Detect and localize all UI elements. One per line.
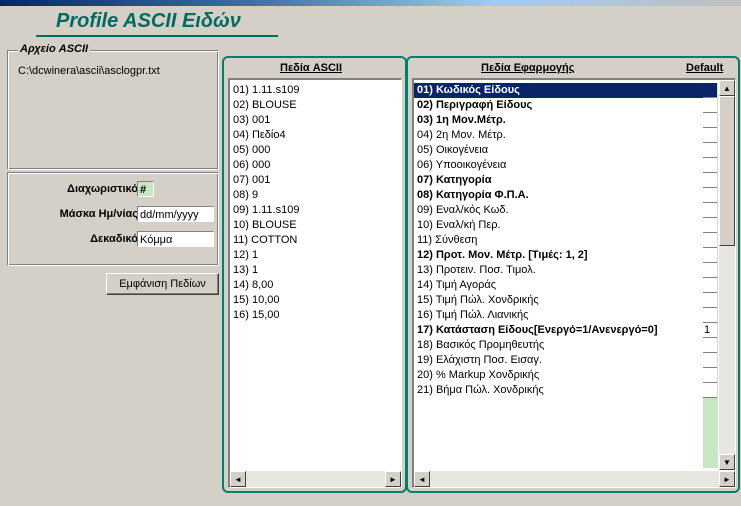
ascii-field-item[interactable]: 03) 001 [230,113,401,128]
app-field-item[interactable]: 17) Κατάσταση Είδους[Ενεργό=1/Ανενεργό=0… [414,323,703,338]
window-titlebar [0,0,741,6]
decimal-label: Δεκαδικό [90,233,138,245]
ascii-file-group: Αρχείο ASCII C:\dcwinera\ascii\asclogpr.… [7,43,219,170]
default-value-cell[interactable] [703,203,717,218]
ascii-field-item[interactable]: 15) 10,00 [230,293,401,308]
app-field-item[interactable]: 15) Τιμή Πώλ. Χονδρικής [414,293,703,308]
scroll-left-button-2[interactable]: ◄ [414,471,430,487]
title-underline [36,35,278,37]
default-value-cell[interactable] [703,368,717,383]
ascii-field-item[interactable]: 13) 1 [230,263,401,278]
ascii-file-path: C:\dcwinera\ascii\asclogpr.txt [18,65,160,77]
app-field-item[interactable]: 06) Υποοικογένεια [414,158,703,173]
ascii-field-item[interactable]: 05) 000 [230,143,401,158]
app-field-item[interactable]: 04) 2η Μον. Μέτρ. [414,128,703,143]
page-title: Profile ASCII Ειδών [56,10,241,32]
app-fields-header: Πεδία Εφαρμογής [481,62,575,74]
default-value-cell[interactable] [703,158,717,173]
show-fields-button[interactable]: Εμφάνιση Πεδίων [106,273,219,295]
scroll-left-icon: ◄ [234,474,242,484]
scroll-right-button[interactable]: ► [385,471,401,487]
default-value-cell[interactable] [703,248,717,263]
app-field-item[interactable]: 02) Περιγραφή Είδους [414,98,703,113]
ascii-fields-header: Πεδία ASCII [280,62,343,74]
scroll-down-button[interactable]: ▼ [719,454,735,470]
default-value-cell[interactable] [703,308,717,323]
default-value-cell[interactable]: 1 [703,323,717,338]
scroll-up-button[interactable]: ▲ [719,80,735,96]
default-value-cell[interactable] [703,113,717,128]
default-value-cell[interactable] [703,83,717,98]
app-field-item[interactable]: 14) Τιμή Αγοράς [414,278,703,293]
ascii-fields-list[interactable]: 01) 1.11.s109 02) BLOUSE 03) 001 04) Πεδίο4… [228,78,402,488]
default-column-header: Default [686,62,724,74]
ascii-field-item[interactable]: 04) Πεδίο4 [230,128,401,143]
app-horizontal-scrollbar[interactable]: ◄ ► [414,471,735,487]
ascii-field-item[interactable]: 16) 15,00 [230,308,401,323]
app-field-item[interactable]: 21) Βήμα Πώλ. Χονδρικής [414,383,703,398]
date-mask-label: Μάσκα Ημ/νίας [59,208,138,220]
app-field-item[interactable]: 16) Τιμή Πώλ. Λιανικής [414,308,703,323]
default-value-cell[interactable] [703,188,717,203]
delimiter-label: Διαχωριστικό [67,183,138,195]
default-value-cell[interactable] [703,338,717,353]
app-fields-rows: 01) Κωδικός Είδους 02) Περιγραφή Είδους 03… [414,83,703,398]
scroll-right-icon: ► [723,474,731,484]
scroll-right-button-2[interactable]: ► [719,471,735,487]
app-field-item[interactable]: 19) Ελάχιστη Ποσ. Εισαγ. [414,353,703,368]
scroll-left-button[interactable]: ◄ [230,471,246,487]
scroll-down-icon: ▼ [723,457,731,467]
delimiter-field[interactable]: # [137,181,154,197]
app-field-item[interactable]: 09) Εναλ/κός Κωδ. [414,203,703,218]
default-column: 1 [703,83,718,468]
default-value-cell[interactable] [703,233,717,248]
ascii-field-item[interactable]: 06) 000 [230,158,401,173]
app-field-item[interactable]: 08) Κατηγορία Φ.Π.Α. [414,188,703,203]
default-value-cell[interactable] [703,98,717,113]
default-value-cell[interactable] [703,173,717,188]
ascii-field-item[interactable]: 12) 1 [230,248,401,263]
scroll-thumb[interactable] [719,96,735,246]
app-field-item[interactable]: 11) Σύνθεση [414,233,703,248]
app-field-item[interactable]: 05) Οικογένεια [414,143,703,158]
decimal-field[interactable]: Κόμμα [137,231,214,247]
ascii-file-legend: Αρχείο ASCII [18,43,91,55]
default-value-cell[interactable] [703,143,717,158]
app-vertical-scrollbar[interactable]: ▲ ▼ [719,80,735,470]
default-value-cell[interactable] [703,218,717,233]
app-field-item[interactable]: 12) Προτ. Μον. Μέτρ. [Τιμές: 1, 2] [414,248,703,263]
app-field-item[interactable]: 01) Κωδικός Είδους [414,83,703,98]
settings-group: Διαχωριστικό # Μάσκα Ημ/νίας dd/mm/yyyy … [7,172,219,266]
scroll-right-icon: ► [389,474,397,484]
default-value-cell[interactable] [703,383,717,398]
ascii-field-item[interactable]: 11) COTTON [230,233,401,248]
app-field-item[interactable]: 03) 1η Μον.Μέτρ. [414,113,703,128]
default-value-cell[interactable] [703,278,717,293]
default-value-cell[interactable] [703,263,717,278]
app-fields-list[interactable]: 01) Κωδικός Είδους 02) Περιγραφή Είδους 03… [412,78,736,488]
ascii-field-item[interactable]: 10) BLOUSE [230,218,401,233]
app-field-item[interactable]: 20) % Markup Χονδρικής [414,368,703,383]
ascii-field-item[interactable]: 14) 8,00 [230,278,401,293]
app-field-item[interactable]: 13) Προτειν. Ποσ. Τιμολ. [414,263,703,278]
default-value-cell[interactable] [703,293,717,308]
ascii-field-item[interactable]: 09) 1.11.s109 [230,203,401,218]
app-field-item[interactable]: 18) Βασικός Προμηθευτής [414,338,703,353]
ascii-field-item[interactable]: 08) 9 [230,188,401,203]
ascii-horizontal-scrollbar[interactable]: ◄ ► [230,471,401,487]
ascii-field-item[interactable]: 07) 001 [230,173,401,188]
scroll-up-icon: ▲ [723,83,731,93]
app-field-item[interactable]: 10) Εναλ/κή Περ. [414,218,703,233]
date-mask-field[interactable]: dd/mm/yyyy [137,206,214,222]
scroll-left-icon: ◄ [418,474,426,484]
ascii-field-item[interactable]: 01) 1.11.s109 [230,83,401,98]
ascii-field-item[interactable]: 02) BLOUSE [230,98,401,113]
default-value-cell[interactable] [703,128,717,143]
default-value-cell[interactable] [703,353,717,368]
ascii-fields-rows: 01) 1.11.s109 02) BLOUSE 03) 001 04) Πεδίο4… [230,80,401,323]
app-field-item[interactable]: 07) Κατηγορία [414,173,703,188]
